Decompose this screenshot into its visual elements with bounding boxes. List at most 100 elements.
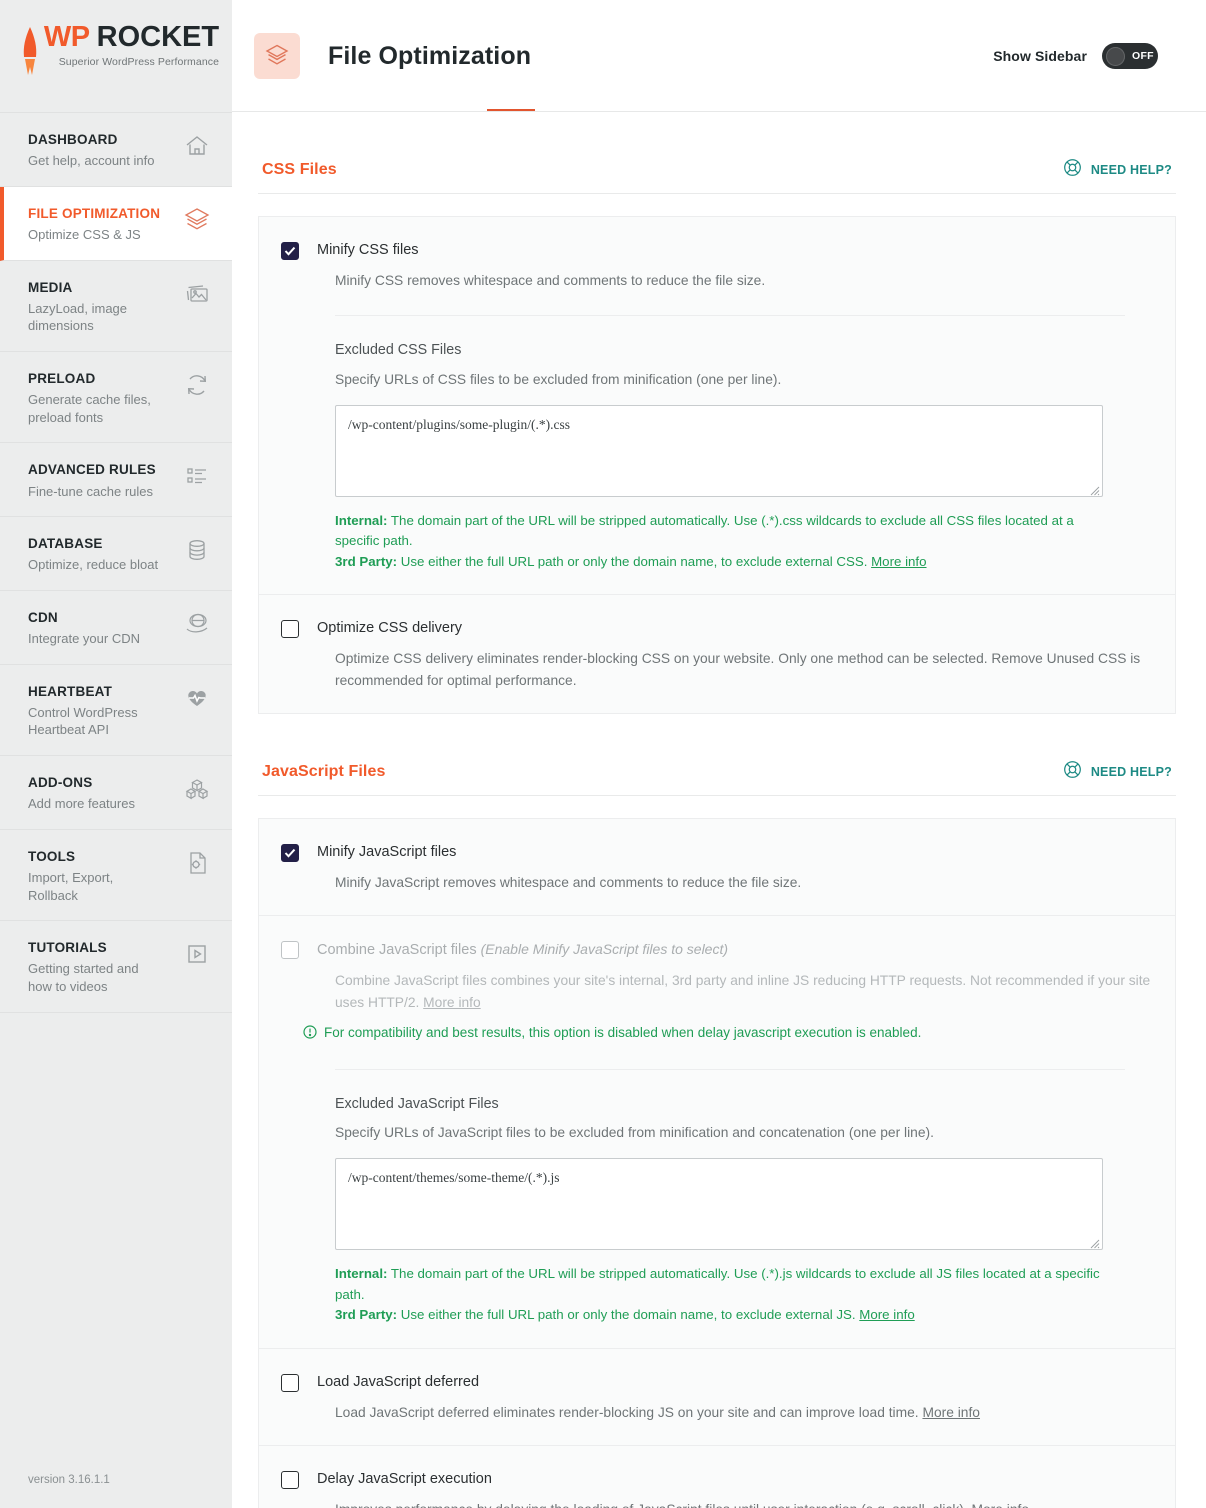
sidebar-item-sub: Add more features xyxy=(28,796,135,812)
sidebar-item-tools[interactable]: TOOLS Import, Export, Rollback xyxy=(0,830,232,922)
more-info-link[interactable]: More info xyxy=(971,1502,1029,1508)
need-help-css-button[interactable]: NEED HELP? xyxy=(1063,158,1172,182)
delay-javascript-execution-label: Delay JavaScript execution xyxy=(317,1471,492,1488)
lifebuoy-icon xyxy=(1063,158,1082,182)
excluded-javascript-textarea[interactable] xyxy=(335,1158,1103,1251)
section-title-css: CSS Files xyxy=(262,161,337,178)
load-javascript-deferred-desc-text: Load JavaScript deferred eliminates rend… xyxy=(335,1404,923,1420)
logo-rocket-text: ROCKET xyxy=(96,20,220,53)
excluded-css-title: Excluded CSS Files xyxy=(335,342,462,359)
sidebar-item-sub: Control WordPress Heartbeat API xyxy=(28,704,138,738)
sidebar-item-dashboard[interactable]: DASHBOARD Get help, account info xyxy=(0,113,232,187)
more-info-link[interactable]: More info xyxy=(859,1307,914,1322)
home-icon xyxy=(182,131,212,161)
sidebar-item-title: ADD-ONS xyxy=(28,775,93,791)
header-divider xyxy=(232,111,1206,112)
optimize-css-delivery-description: Optimize CSS delivery eliminates render-… xyxy=(335,651,1141,688)
hint-internal-label: Internal: xyxy=(335,512,388,528)
more-info-link[interactable]: More info xyxy=(922,1405,980,1420)
file-gear-icon xyxy=(182,848,212,878)
sidebar-nav: DASHBOARD Get help, account info FILE OP… xyxy=(0,112,232,1013)
sidebar-item-title: ADVANCED RULES xyxy=(28,462,156,478)
section-title-javascript: JavaScript Files xyxy=(262,763,386,781)
rocket-icon xyxy=(19,26,41,90)
hint-third-party-label: 3rd Party: xyxy=(335,553,398,569)
toggle-state-label: OFF xyxy=(1132,50,1154,62)
sidebar-item-sub: Integrate your CDN xyxy=(28,631,140,647)
play-square-icon xyxy=(182,939,212,969)
sidebar-item-sub: LazyLoad, image dimensions xyxy=(28,300,128,334)
sidebar-item-database[interactable]: DATABASE Optimize, reduce bloat xyxy=(0,517,232,591)
excluded-css-hint: Internal: The domain part of the URL wil… xyxy=(335,511,1103,573)
minify-javascript-description: Minify JavaScript removes whitespace and… xyxy=(335,875,802,891)
sidebar-item-sub: Generate cache files, preload fonts xyxy=(28,392,151,425)
minify-javascript-row: Minify JavaScript files Minify JavaScrip… xyxy=(259,819,1175,915)
minify-css-label: Minify CSS files xyxy=(317,242,419,258)
images-icon xyxy=(182,279,212,309)
layers-icon xyxy=(254,33,300,79)
load-javascript-deferred-row: Load JavaScript deferred Load JavaScript… xyxy=(259,1347,1175,1445)
minify-javascript-checkbox[interactable] xyxy=(281,844,299,863)
minify-css-row: Minify CSS files Minify CSS removes whit… xyxy=(259,217,1175,594)
optimize-css-delivery-row: Optimize CSS delivery Optimize CSS deliv… xyxy=(259,594,1175,713)
version-label: version 3.16.1.1 xyxy=(28,1474,110,1486)
excluded-javascript-title: Excluded JavaScript Files xyxy=(335,1095,499,1112)
exclamation-circle-icon xyxy=(303,1025,317,1045)
load-javascript-deferred-checkbox[interactable] xyxy=(281,1373,299,1392)
excluded-javascript-hint: Internal: The domain part of the URL wil… xyxy=(335,1264,1103,1326)
sidebar-item-preload[interactable]: PRELOAD Generate cache files, preload fo… xyxy=(0,352,232,444)
more-info-link[interactable]: More info xyxy=(871,554,926,569)
optimize-css-delivery-checkbox[interactable] xyxy=(281,620,299,639)
excluded-css-block: Excluded CSS Files Specify URLs of CSS f… xyxy=(335,315,1125,572)
hint-internal-label: Internal: xyxy=(335,1266,388,1282)
need-help-javascript-button[interactable]: NEED HELP? xyxy=(1063,760,1172,784)
sidebar: WP ROCKET Superior WordPress Performance… xyxy=(0,0,232,1508)
combine-javascript-notice: For compatibility and best results, this… xyxy=(303,1024,1151,1045)
minify-css-description: Minify CSS removes whitespace and commen… xyxy=(335,273,766,288)
cdn-globe-icon xyxy=(182,609,212,639)
hint-internal-text: The domain part of the URL will be strip… xyxy=(335,512,1074,549)
sidebar-item-file-optimization[interactable]: FILE OPTIMIZATION Optimize CSS & JS xyxy=(0,186,232,261)
delay-javascript-execution-checkbox[interactable] xyxy=(281,1471,299,1490)
database-icon xyxy=(182,535,212,565)
refresh-icon xyxy=(182,370,212,400)
sidebar-item-title: TUTORIALS xyxy=(28,940,107,956)
combine-javascript-note: (Enable Minify JavaScript files to selec… xyxy=(480,941,729,958)
show-sidebar-toggle[interactable]: OFF xyxy=(1102,43,1158,69)
sidebar-item-sub: Optimize CSS & JS xyxy=(28,227,141,243)
sidebar-item-add-ons[interactable]: ADD-ONS Add more features xyxy=(0,756,232,830)
combine-javascript-row: Combine JavaScript files (Enable Minify … xyxy=(259,915,1175,1347)
sidebar-item-title: DATABASE xyxy=(28,536,103,552)
sidebar-item-title: DASHBOARD xyxy=(28,132,118,147)
optimize-css-delivery-label: Optimize CSS delivery xyxy=(317,620,463,637)
javascript-options-panel: Minify JavaScript files Minify JavaScrip… xyxy=(258,818,1176,1508)
sidebar-item-title: HEARTBEAT xyxy=(28,683,113,699)
layers-icon xyxy=(182,205,212,235)
css-files-section: CSS Files NEED HELP? Minify CSS files Mi… xyxy=(258,158,1176,715)
javascript-files-section: JavaScript Files NEED HELP? Minify JavaS… xyxy=(258,760,1176,1508)
main-content: File Optimization Show Sidebar OFF CSS F… xyxy=(232,0,1206,1508)
combine-javascript-description: Combine JavaScript files combines your s… xyxy=(335,970,1151,1013)
delay-javascript-execution-description: Improves performance by delaying the loa… xyxy=(335,1499,1151,1508)
sidebar-item-tutorials[interactable]: TUTORIALS Getting started and how to vid… xyxy=(0,921,232,1013)
more-info-link[interactable]: More info xyxy=(423,995,481,1010)
logo-tagline: Superior WordPress Performance xyxy=(58,55,220,68)
load-javascript-deferred-label: Load JavaScript deferred xyxy=(317,1373,480,1390)
sidebar-item-heartbeat[interactable]: HEARTBEAT Control WordPress Heartbeat AP… xyxy=(0,665,232,757)
sidebar-item-media[interactable]: MEDIA LazyLoad, image dimensions xyxy=(0,261,232,352)
sidebar-item-advanced-rules[interactable]: ADVANCED RULES Fine-tune cache rules xyxy=(0,443,232,518)
sidebar-item-sub: Get help, account info xyxy=(28,153,155,169)
excluded-javascript-description: Specify URLs of JavaScript files to be e… xyxy=(335,1125,934,1141)
sidebar-item-title: PRELOAD xyxy=(28,370,96,386)
page-title: File Optimization xyxy=(328,41,532,70)
list-icon xyxy=(182,461,212,491)
combine-javascript-checkbox[interactable] xyxy=(281,941,299,960)
sidebar-item-sub: Import, Export, Rollback xyxy=(28,870,114,903)
delay-javascript-execution-desc-text: Improves performance by delaying the loa… xyxy=(335,1502,971,1508)
blocks-icon xyxy=(182,774,212,804)
hint-third-party-text: Use either the full URL path or only the… xyxy=(397,1307,860,1323)
sidebar-item-sub: Optimize, reduce bloat xyxy=(28,557,159,573)
sidebar-item-cdn[interactable]: CDN Integrate your CDN xyxy=(0,591,232,665)
minify-css-checkbox[interactable] xyxy=(281,242,299,260)
excluded-css-textarea[interactable] xyxy=(335,404,1103,497)
